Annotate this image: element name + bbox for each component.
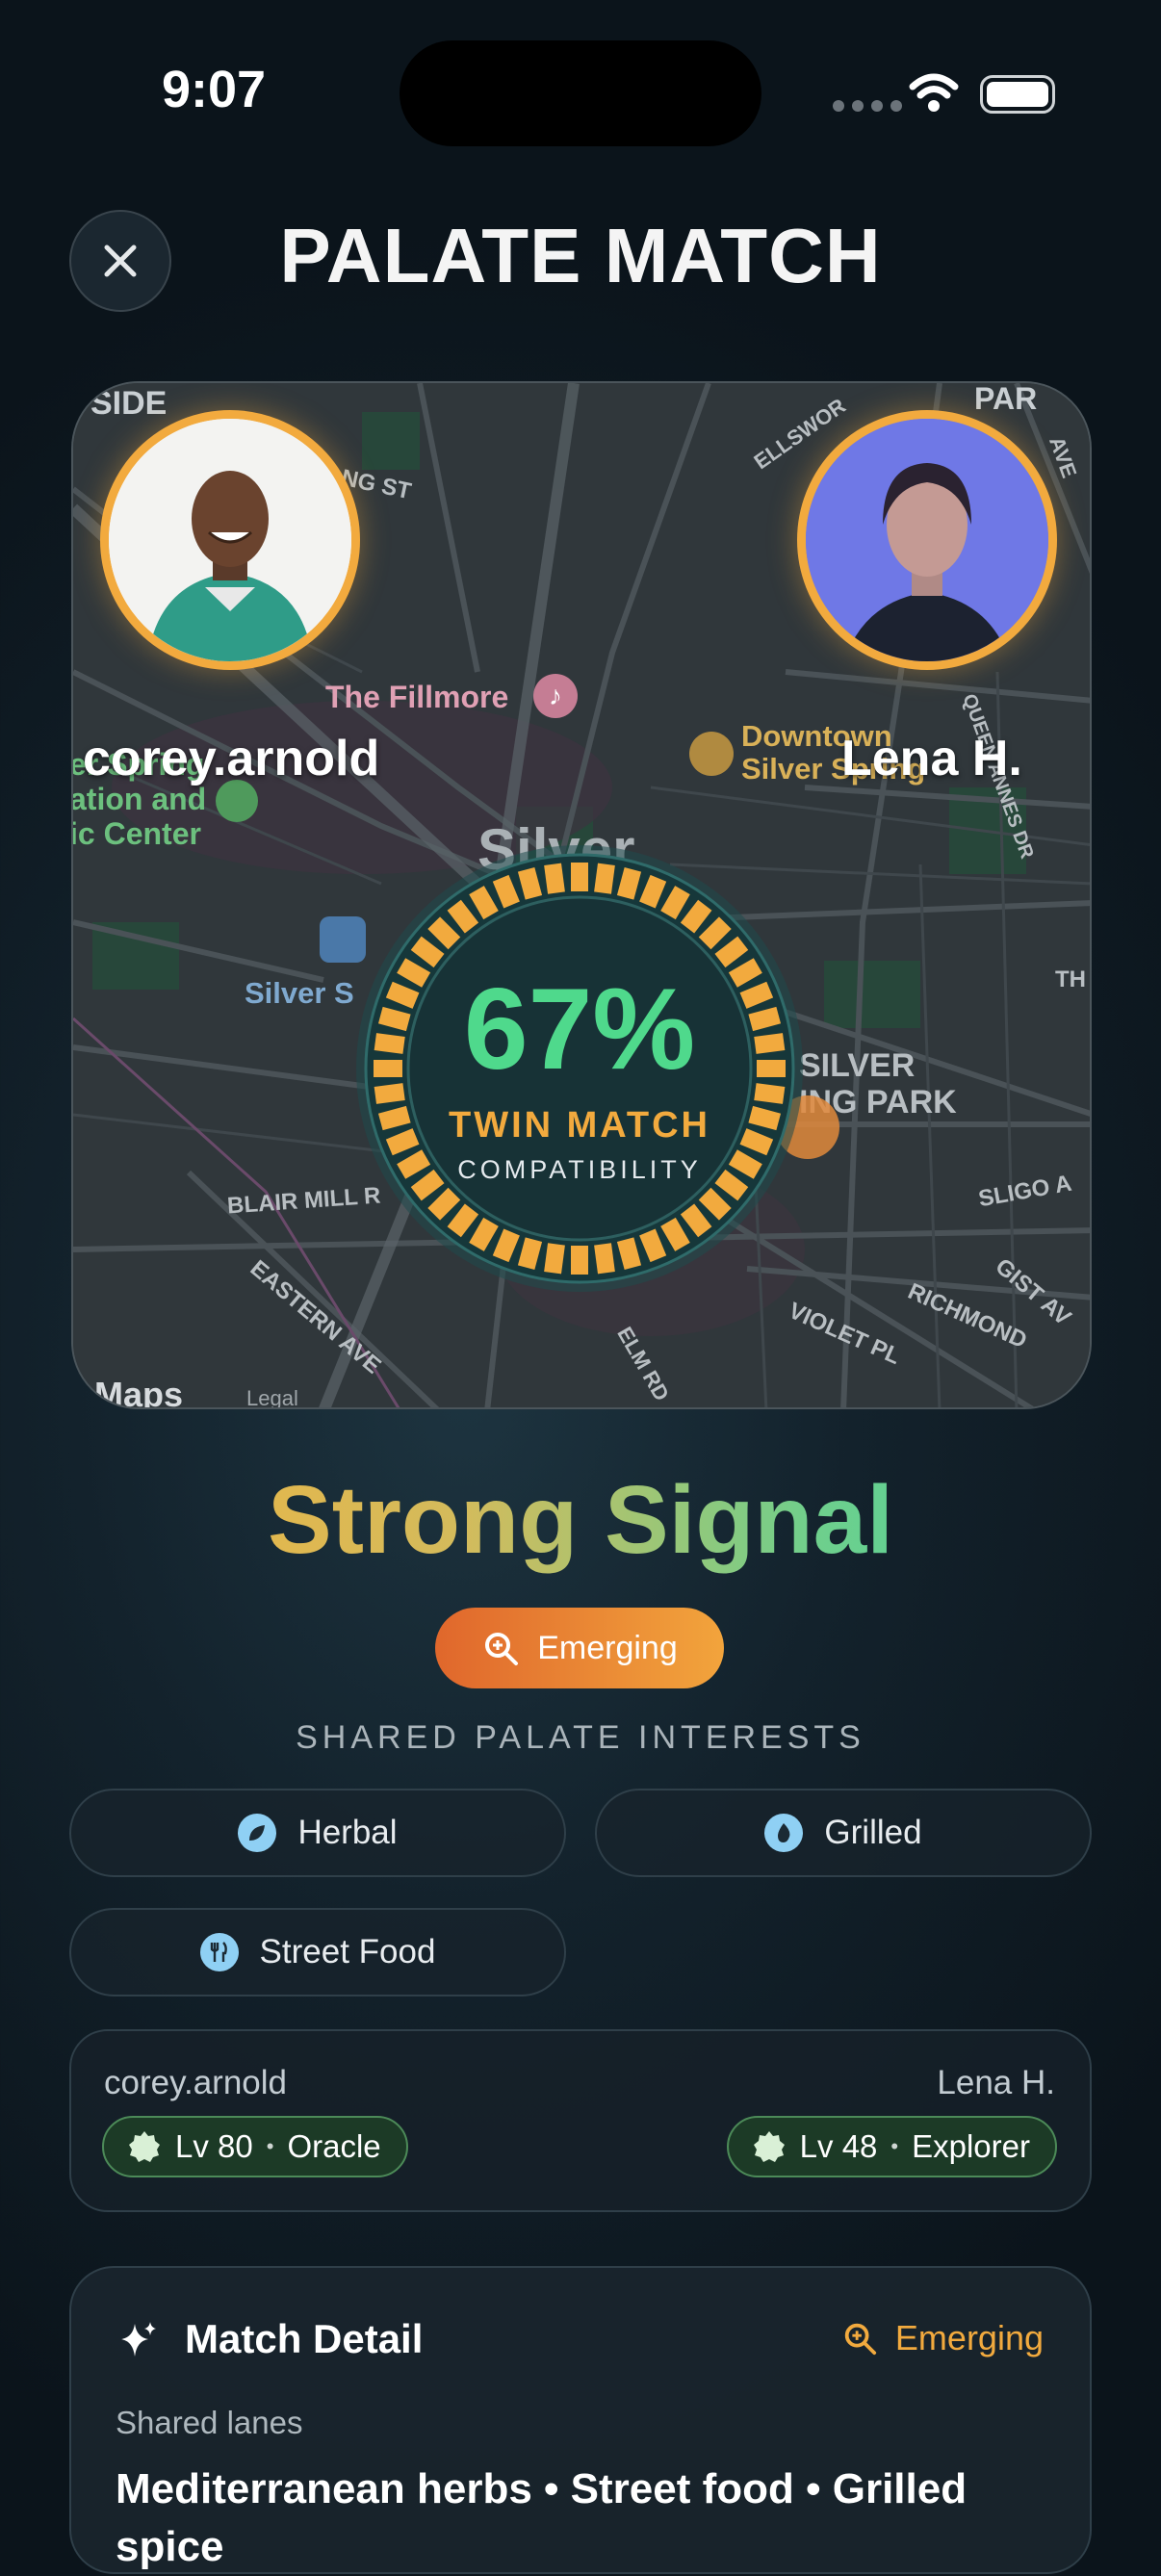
interest-chip-grilled[interactable]: Grilled [595, 1789, 1092, 1877]
interest-chip-street-food[interactable]: Street Food [69, 1908, 566, 1996]
music-note-icon: ♪ [533, 674, 578, 718]
gauge-segment [492, 1228, 520, 1263]
magnifier-icon [485, 1633, 519, 1665]
leaf-icon [238, 1814, 277, 1852]
match-label: TWIN MATCH [448, 1105, 710, 1146]
gauge-segment [639, 874, 667, 909]
map-label: PAR [974, 381, 1038, 416]
sparkles-icon [121, 2322, 156, 2357]
dynamic-island [400, 40, 761, 146]
map-poi-label: The Fillmore [325, 680, 509, 714]
emerging-badge[interactable]: Emerging [435, 1608, 724, 1688]
avatar[interactable] [100, 410, 360, 670]
battery-icon [980, 75, 1055, 114]
shared-interests-heading: SHARED PALATE INTERESTS [296, 1719, 865, 1756]
map-label: TH [1055, 966, 1086, 992]
page-title: PALATE MATCH [279, 213, 882, 298]
levels-card: corey.arnold Lena H. Lv 80 • Oracle Lv 4… [69, 2029, 1092, 2212]
detail-emerging-badge: Emerging [841, 2318, 1044, 2358]
avatar[interactable] [797, 410, 1057, 670]
level-badge-right[interactable]: Lv 48 • Explorer [726, 2116, 1057, 2177]
match-percent: 67% [463, 965, 696, 1094]
gauge-segment [544, 863, 565, 894]
legal-link[interactable]: Legal [246, 1386, 298, 1407]
match-sublabel: COMPATIBILITY [457, 1155, 702, 1184]
map-label: SIDE [90, 385, 168, 422]
interest-label: Street Food [259, 1933, 436, 1971]
interest-label: Grilled [824, 1814, 922, 1851]
gauge-segment [517, 866, 543, 900]
signal-title: Strong Signal [0, 1465, 1161, 1576]
wifi-icon [909, 73, 959, 112]
gauge-segment [639, 1228, 667, 1263]
shared-lanes-value: Mediterranean herbs • Street food • Gril… [116, 2465, 968, 2570]
fork-knife-icon [199, 1933, 239, 1971]
shopping-bag-icon [689, 732, 734, 776]
interest-label: Herbal [297, 1814, 398, 1851]
user-photo [806, 419, 1048, 661]
badge-icon [753, 2131, 785, 2162]
gauge-segment [594, 863, 615, 894]
match-detail-card: Match Detail Emerging Shared lanes Medit… [69, 2266, 1092, 2574]
level-user-right: Lena H. [937, 2064, 1055, 2101]
map-poi-label: Silver S [245, 976, 354, 1010]
emerging-label: Emerging [537, 1629, 678, 1666]
gauge-segment [492, 874, 520, 909]
compatibility-gauge: 67% TWIN MATCH COMPATIBILITY [348, 837, 811, 1300]
status-time: 9:07 [162, 61, 267, 118]
shared-lanes-label: Shared lanes [116, 2405, 303, 2440]
badge-icon [129, 2131, 160, 2162]
gauge-segment [517, 1237, 543, 1271]
level-badge-left[interactable]: Lv 80 • Oracle [102, 2116, 408, 2177]
magnifier-icon [844, 2323, 877, 2356]
user-name-right: Lena H. [841, 731, 1022, 786]
level-user-left: corey.arnold [104, 2064, 288, 2101]
user-name-left: corey.arnold [83, 731, 380, 786]
maps-logo: Maps [94, 1375, 184, 1409]
gauge-segment [594, 1243, 615, 1275]
gauge-segment [616, 1237, 642, 1271]
user-photo [109, 419, 351, 661]
gauge-segment [616, 866, 642, 900]
match-detail-title: Match Detail [185, 2316, 424, 2361]
interest-chip-herbal[interactable]: Herbal [69, 1789, 566, 1877]
cellular-signal-icon [833, 100, 902, 112]
gauge-segment [544, 1243, 565, 1275]
flame-icon [764, 1814, 804, 1852]
